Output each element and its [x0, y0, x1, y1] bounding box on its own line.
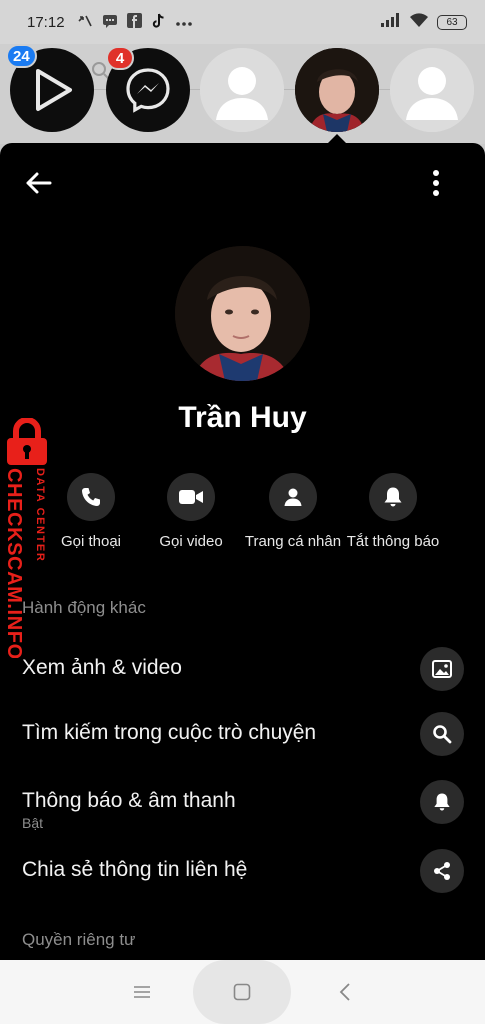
messenger-head[interactable]: 4 — [106, 46, 190, 132]
call-button[interactable] — [67, 473, 115, 521]
profile-name: Trần Huy — [178, 401, 307, 434]
messenger-icon — [126, 68, 170, 113]
profile-label: Trang cá nhân — [244, 533, 342, 550]
home-button[interactable] — [222, 960, 262, 1024]
video-call-label: Gọi video — [159, 533, 223, 550]
tiktok-icon — [151, 13, 166, 32]
recent-apps-button[interactable] — [122, 960, 162, 1024]
status-time: 17:12 — [27, 13, 65, 31]
share-icon — [434, 862, 450, 880]
chat-info-sheet: Trần Huy Gọi thoại Gọi video Trang cá nh… — [0, 143, 485, 960]
checkscam-watermark: DATA CENTER CHECKSCAM.INFO — [0, 418, 56, 658]
mute-button[interactable] — [369, 473, 417, 521]
back-nav-button[interactable] — [325, 960, 365, 1024]
person-icon — [284, 488, 302, 506]
profile-photo — [175, 246, 310, 381]
menu-row-title: Tìm kiếm trong cuộc trò chuyện — [22, 721, 317, 744]
missed-call-icon — [77, 13, 93, 32]
message-icon — [102, 13, 118, 32]
more-options-button[interactable] — [420, 165, 452, 201]
watermark-text: DATA CENTER CHECKSCAM.INFO — [5, 468, 46, 658]
vertical-dots-icon — [433, 170, 439, 196]
notifications-button[interactable] — [420, 780, 464, 824]
menu-row-media[interactable]: Xem ảnh & video — [0, 640, 485, 696]
battery-indicator: 63 — [437, 14, 467, 30]
contact-head-active[interactable] — [295, 48, 379, 132]
more-notifications-icon — [175, 14, 193, 30]
menu-row-title: Xem ảnh & video — [22, 656, 182, 679]
square-icon — [233, 983, 251, 1001]
contact-photo — [295, 48, 379, 132]
notification-icons — [77, 13, 193, 32]
menu-row-title: Chia sẻ thông tin liên hệ — [22, 858, 248, 881]
profile-action[interactable]: Trang cá nhân — [238, 473, 348, 550]
profile-avatar[interactable] — [175, 246, 310, 381]
status-bar: 17:12 63 — [0, 0, 485, 44]
image-icon — [432, 660, 452, 678]
wifi-icon — [409, 12, 429, 32]
signal-icon — [381, 13, 401, 31]
system-nav-bar — [0, 960, 485, 1024]
contact-head-1[interactable] — [200, 48, 284, 132]
mute-action[interactable]: Tắt thông báo — [338, 473, 448, 550]
chevron-left-icon — [339, 983, 350, 1001]
search-conversation-button[interactable] — [420, 712, 464, 756]
arrow-left-icon — [26, 172, 52, 194]
privacy-heading: Quyền riêng tư — [22, 930, 136, 949]
watermark-line-2: CHECKSCAM.INFO — [5, 468, 25, 658]
menu-row-title: Thông báo & âm thanh — [22, 789, 236, 812]
unread-badge: 24 — [6, 44, 37, 68]
share-contact-button[interactable] — [420, 849, 464, 893]
menu-lines-icon — [134, 986, 150, 998]
system-icons: 63 — [381, 12, 467, 32]
quick-actions: Gọi thoại Gọi video Trang cá nhân Tắt th… — [0, 473, 485, 553]
facebook-icon — [126, 13, 142, 31]
phone-icon — [82, 488, 100, 506]
video-call-action[interactable]: Gọi video — [136, 473, 246, 550]
profile-button[interactable] — [269, 473, 317, 521]
menu-row-search[interactable]: Tìm kiếm trong cuộc trò chuyện — [0, 705, 485, 761]
play-icon — [36, 69, 72, 111]
default-avatar-icon — [200, 48, 284, 132]
menu-row-notifications[interactable]: Thông báo & âm thanh Bật — [0, 773, 485, 831]
video-app-head[interactable]: 24 — [6, 44, 94, 132]
default-avatar-icon — [390, 48, 474, 132]
menu-row-share[interactable]: Chia sẻ thông tin liên hệ — [0, 842, 485, 898]
watermark-line-1: DATA CENTER — [34, 468, 46, 562]
video-call-button[interactable] — [167, 473, 215, 521]
back-button[interactable] — [22, 167, 54, 199]
mute-label: Tắt thông báo — [346, 533, 440, 550]
notifications-status: Bật — [22, 815, 44, 831]
search-icon — [433, 725, 452, 744]
bell-icon — [434, 793, 450, 811]
contact-head-2[interactable] — [390, 48, 474, 132]
video-camera-icon — [179, 490, 203, 504]
unread-badge: 4 — [106, 46, 134, 70]
media-button[interactable] — [420, 647, 464, 691]
bell-icon — [384, 487, 402, 507]
